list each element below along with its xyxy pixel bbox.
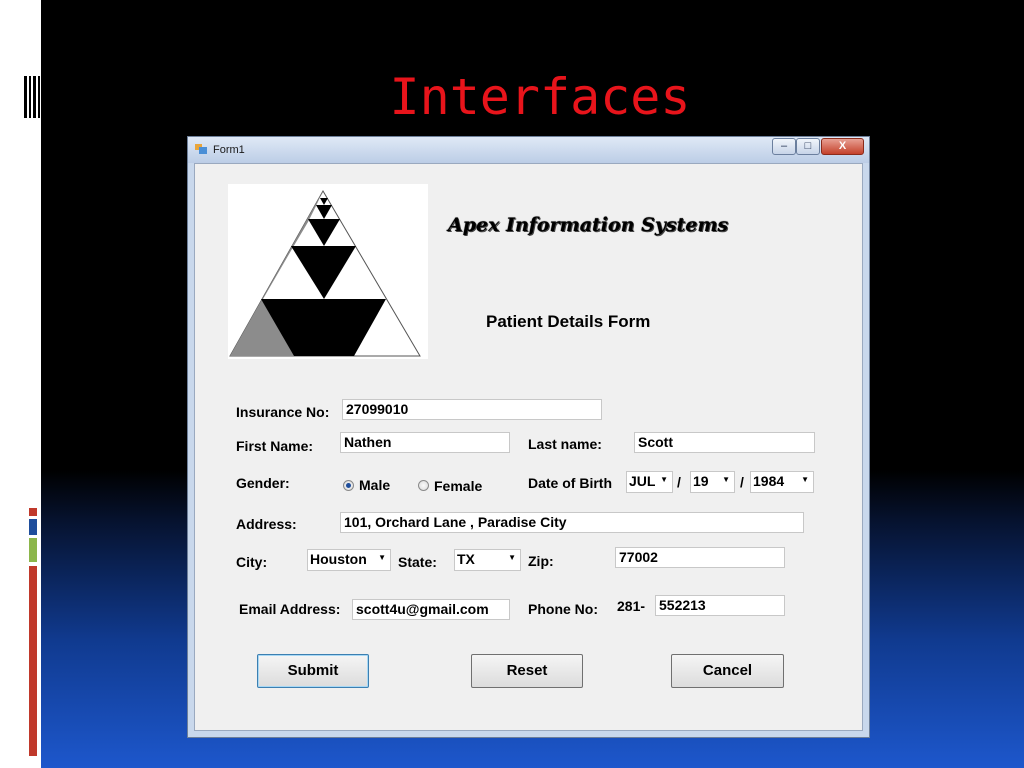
phone-label: Phone No: <box>528 601 598 617</box>
dob-year-value: 1984 <box>753 473 785 489</box>
zip-input[interactable]: 77002 <box>615 547 785 568</box>
dob-month-select[interactable]: JUL ▼ <box>626 471 673 493</box>
window-title: Form1 <box>213 144 245 156</box>
accent-bar-green <box>29 538 37 562</box>
dob-day-select[interactable]: 19 ▼ <box>690 471 735 493</box>
chevron-down-icon: ▼ <box>722 475 730 484</box>
dob-label: Date of Birth <box>528 475 612 491</box>
minimize-icon: – <box>780 140 788 152</box>
accent-bar-blue <box>29 519 37 535</box>
window-titlebar[interactable]: Form1 – □ X <box>188 137 869 163</box>
minimize-button[interactable]: – <box>772 138 796 155</box>
last-name-input[interactable]: Scott <box>634 432 815 453</box>
insurance-label: Insurance No: <box>236 404 330 420</box>
dob-month-value: JUL <box>629 473 656 489</box>
last-name-label: Last name: <box>528 436 602 452</box>
chevron-down-icon: ▼ <box>660 475 668 484</box>
dob-separator: / <box>677 474 681 490</box>
gender-female-radio[interactable] <box>418 480 429 491</box>
company-name: Apex Information Systems <box>448 214 729 236</box>
state-value: TX <box>457 551 475 567</box>
dob-day-value: 19 <box>693 473 709 489</box>
form1-window: Form1 – □ X Apex Information Systems Pat… <box>187 136 870 738</box>
close-button[interactable]: X <box>821 138 864 155</box>
accent-bar-long-red <box>29 566 37 756</box>
maximize-button[interactable]: □ <box>796 138 820 155</box>
city-value: Houston <box>310 551 367 567</box>
slide-title: Interfaces <box>389 68 691 126</box>
first-name-label: First Name: <box>236 438 314 454</box>
zip-label: Zip: <box>528 553 554 569</box>
phone-input[interactable]: 552213 <box>655 595 785 616</box>
triangle-logo-icon <box>229 189 421 357</box>
city-label: City: <box>236 554 268 570</box>
cancel-button[interactable]: Cancel <box>671 654 784 688</box>
address-input[interactable]: 101, Orchard Lane , Paradise City <box>340 512 804 533</box>
maximize-icon: □ <box>804 140 812 152</box>
chevron-down-icon: ▼ <box>378 553 386 562</box>
slide-left-strip <box>0 0 41 768</box>
gender-male-label[interactable]: Male <box>359 477 390 493</box>
address-label: Address: <box>236 516 297 532</box>
app-icon <box>195 144 207 154</box>
gender-female-label[interactable]: Female <box>434 478 482 494</box>
bars-logo-icon <box>24 76 40 118</box>
chevron-down-icon: ▼ <box>801 475 809 484</box>
state-label: State: <box>398 554 437 570</box>
gender-male-radio[interactable] <box>343 480 354 491</box>
phone-area-code: 281- <box>617 598 646 614</box>
accent-bar-red <box>29 508 37 516</box>
company-logo <box>228 184 428 359</box>
insurance-input[interactable]: 27099010 <box>342 399 602 420</box>
email-input[interactable]: scott4u@gmail.com <box>352 599 510 620</box>
close-icon: X <box>838 140 847 152</box>
reset-button[interactable]: Reset <box>471 654 583 688</box>
dob-separator: / <box>740 474 744 490</box>
form-client-area: Apex Information Systems Patient Details… <box>194 163 863 731</box>
city-select[interactable]: Houston ▼ <box>307 549 391 571</box>
form-heading: Patient Details Form <box>486 312 651 331</box>
dob-year-select[interactable]: 1984 ▼ <box>750 471 814 493</box>
gender-label: Gender: <box>236 475 290 491</box>
email-label: Email Address: <box>239 601 341 617</box>
submit-button[interactable]: Submit <box>257 654 369 688</box>
chevron-down-icon: ▼ <box>508 553 516 562</box>
state-select[interactable]: TX ▼ <box>454 549 521 571</box>
first-name-input[interactable]: Nathen <box>340 432 510 453</box>
